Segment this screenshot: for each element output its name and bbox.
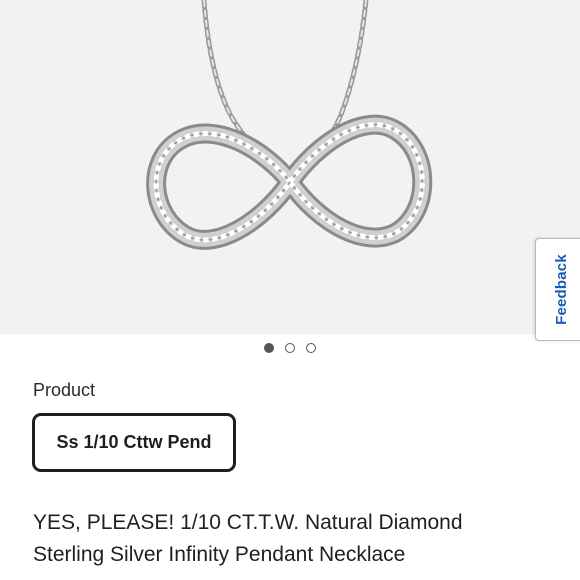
feedback-tab[interactable]: Feedback (535, 238, 580, 341)
product-image-gallery[interactable] (0, 0, 580, 334)
carousel-dot-3[interactable] (306, 343, 316, 353)
feedback-label: Feedback (553, 254, 570, 325)
product-title: YES, PLEASE! 1/10 CT.T.W. Natural Diamon… (33, 507, 553, 571)
product-title-line-2: Sterling Silver Infinity Pendant Necklac… (33, 543, 406, 566)
carousel-dot-1[interactable] (264, 343, 274, 353)
infinity-pendant-image (146, 0, 433, 250)
product-section-label: Product (33, 380, 96, 400)
carousel-dot-2[interactable] (285, 343, 295, 353)
product-title-line-1: YES, PLEASE! 1/10 CT.T.W. Natural Diamon… (33, 511, 463, 534)
variant-option-button[interactable]: Ss 1/10 Cttw Pend (32, 413, 236, 472)
carousel-pagination (0, 343, 580, 357)
